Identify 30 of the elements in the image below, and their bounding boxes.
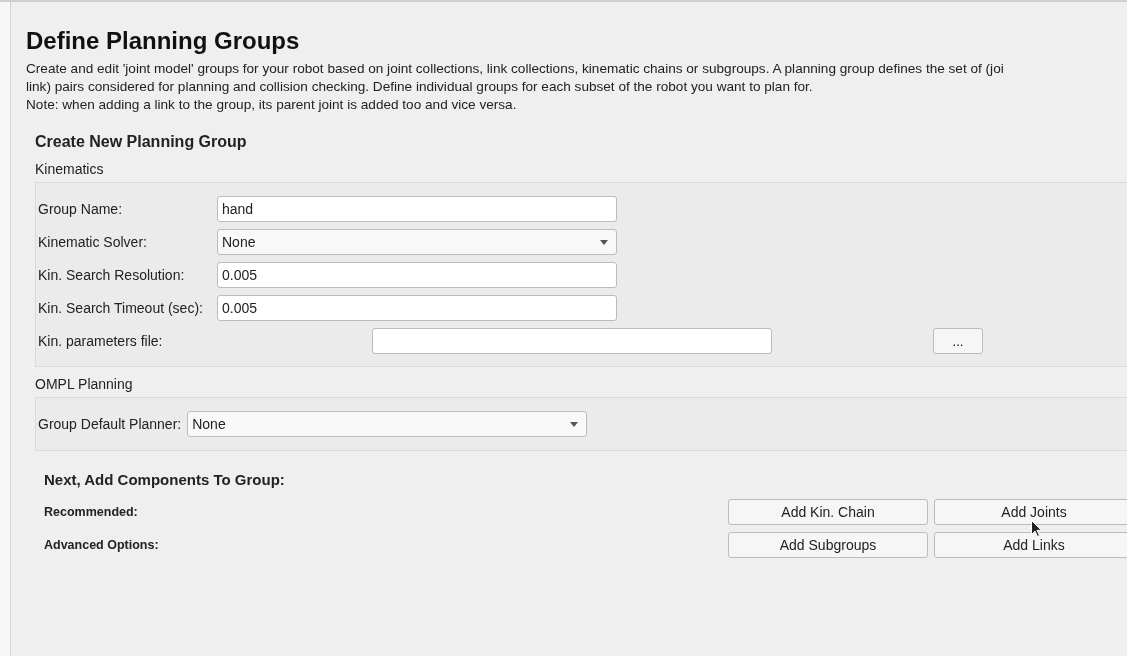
- field-label: Kin. Search Timeout (sec):: [38, 300, 204, 316]
- caret-icon: [570, 421, 579, 427]
- section-heading: Create New Planning Group: [35, 132, 248, 152]
- action-button[interactable]: Add Joints: [934, 499, 1127, 525]
- description-text: Note: when adding a link to the group, its parent joint is added too and vice versa.: [26, 96, 517, 114]
- description-text: link) pairs considered for planning and collision checking. Define individual groups for each subset of the robot you want to plan for.: [26, 78, 813, 96]
- field-label: Group Default Planner:: [38, 416, 182, 432]
- group-label: OMPL Planning: [35, 375, 133, 393]
- dropdown[interactable]: None: [217, 229, 617, 255]
- input-field[interactable]: 0.005: [217, 295, 617, 321]
- row-label: Advanced Options:: [44, 538, 160, 552]
- section-heading: Next, Add Components To Group:: [44, 471, 286, 489]
- field-label: Kin. Search Resolution:: [38, 267, 186, 283]
- page-title: Define Planning Groups: [26, 26, 301, 56]
- description-text: Create and edit 'joint model' groups for your robot based on joint collections, link collections, kinematic chains or subgroups. A planning group defines the set of (joi: [26, 60, 1004, 78]
- field-label: Group Name:: [38, 201, 124, 217]
- group-label: Kinematics: [35, 160, 104, 178]
- caret-icon: [600, 239, 608, 245]
- action-button[interactable]: Add Links: [934, 532, 1127, 558]
- input-field[interactable]: 0.005: [217, 262, 617, 288]
- browse-button[interactable]: ...: [933, 328, 983, 354]
- field-label: Kin. parameters file:: [38, 333, 164, 349]
- action-button[interactable]: Add Subgroups: [728, 532, 928, 558]
- input-field[interactable]: hand: [217, 196, 617, 222]
- field-label: Kinematic Solver:: [38, 234, 148, 250]
- action-button[interactable]: Add Kin. Chain: [728, 499, 928, 525]
- row-label: Recommended:: [44, 505, 139, 519]
- dropdown[interactable]: None: [187, 411, 588, 437]
- cursor-icon: [1031, 520, 1042, 537]
- input-field[interactable]: [372, 328, 772, 354]
